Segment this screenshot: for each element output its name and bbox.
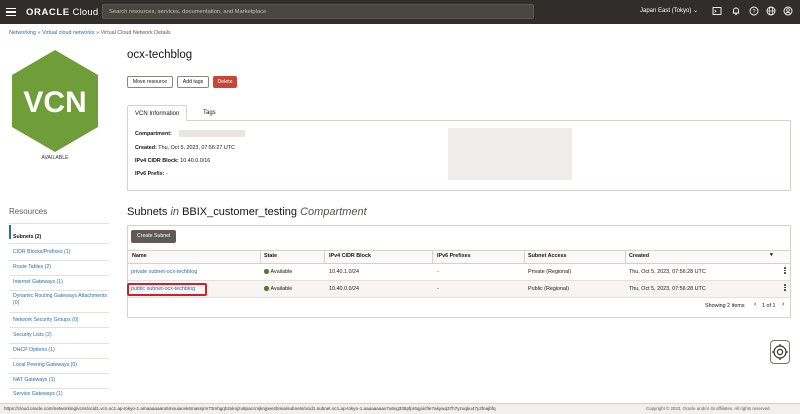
- subnet-access: Public (Regional): [528, 286, 570, 292]
- pager-page: 1 of 1: [762, 303, 776, 309]
- sidebar-item-internet-gateways[interactable]: Internet Gateways (1): [13, 279, 109, 286]
- subnet-ipv4: 10.40.0.0/24: [329, 286, 359, 292]
- page-title: ocx-techblog: [127, 49, 193, 61]
- subnet-ipv6: -: [437, 286, 439, 292]
- compartment-row: Compartment:: [135, 131, 172, 137]
- created-row: Created: Thu, Oct 5, 2023, 07:56:27 UTC: [135, 145, 235, 151]
- sidebar-item-network-security-groups[interactable]: Network Security Groups (0): [13, 317, 109, 324]
- chevron-down-icon: ⌄: [693, 8, 699, 14]
- help-widget-button[interactable]: [770, 340, 790, 364]
- sort-caret-icon[interactable]: ▾: [770, 252, 773, 258]
- sidebar-item-cidr-blocks[interactable]: CIDR Blocks/Prefixes (1): [13, 249, 109, 256]
- vcn-hexagon-icon: VCN: [12, 50, 98, 152]
- sidebar-item-route-tables[interactable]: Route Tables (2): [13, 264, 109, 271]
- divider: [9, 243, 109, 244]
- breadcrumb-current: Virtual Cloud Network Details: [100, 30, 171, 36]
- ipv4-cidr-row: IPv4 CIDR Block: 10.40.0.0/16: [135, 158, 211, 164]
- row-actions-icon[interactable]: [784, 284, 786, 292]
- divider: [9, 260, 109, 261]
- column-divider: [324, 250, 325, 264]
- pager-prev-icon[interactable]: ‹: [754, 301, 756, 308]
- column-header-created[interactable]: Created: [629, 253, 649, 259]
- available-status-icon: [264, 286, 269, 291]
- divider: [9, 312, 109, 313]
- vcn-status: AVAILABLE: [41, 155, 69, 161]
- sidebar-item-dhcp-options[interactable]: DHCP Options (1): [13, 347, 109, 354]
- column-divider: [260, 250, 261, 264]
- subnets-section-title: Subnets in BBIX_customer_testing Compart…: [127, 206, 367, 218]
- subnet-ipv6: -: [437, 269, 439, 275]
- tab-vcn-information[interactable]: VCN Information: [127, 105, 188, 121]
- resources-title: Resources: [9, 207, 48, 216]
- search-input[interactable]: Search resources, services, documentatio…: [102, 4, 534, 19]
- status-url: https://cloud.oracle.com/networking/vcns…: [4, 406, 496, 411]
- delete-button[interactable]: Delete: [213, 76, 237, 88]
- sidebar-item-drg-attachments[interactable]: Dynamic Routing Gateways Attachments (0): [13, 293, 109, 306]
- help-icon[interactable]: ?: [749, 6, 759, 16]
- divider: [9, 358, 109, 359]
- sidebar-item-local-peering-gateways[interactable]: Local Peering Gateways (0): [13, 362, 109, 369]
- divider: [9, 275, 109, 276]
- svg-text:?: ?: [752, 9, 755, 15]
- subnet-created: Thu, Oct 5, 2023, 07:56:28 UTC: [629, 269, 706, 275]
- subnet-name-link[interactable]: private subnet-ocx-techblog: [131, 269, 197, 275]
- divider: [9, 388, 109, 389]
- column-divider: [524, 250, 525, 264]
- active-indicator: [9, 225, 11, 239]
- sidebar-item-security-lists[interactable]: Security Lists (2): [13, 332, 109, 339]
- ipv6-prefix-row: IPv6 Prefix: -: [135, 171, 168, 177]
- subnet-state: Available: [264, 286, 292, 292]
- available-status-icon: [264, 269, 269, 274]
- divider: [9, 373, 109, 374]
- redacted-area: [448, 128, 572, 180]
- divider: [9, 343, 109, 344]
- region-selector[interactable]: Japan East (Tokyo) ⌄: [640, 7, 698, 14]
- column-divider: [625, 250, 626, 264]
- globe-icon[interactable]: [766, 6, 776, 16]
- breadcrumb: Networking » Virtual cloud networks » Vi…: [9, 30, 171, 36]
- sidebar-item-service-gateways[interactable]: Service Gateways (1): [13, 391, 109, 398]
- highlight-box: [127, 283, 207, 296]
- row-actions-icon[interactable]: [784, 267, 786, 275]
- column-header-subnet-access[interactable]: Subnet Access: [528, 253, 566, 259]
- create-subnet-button[interactable]: Create Subnet: [131, 230, 177, 243]
- move-resource-button[interactable]: Move resource: [127, 76, 173, 88]
- showing-count: Showing 2 items: [705, 303, 745, 309]
- sidebar-item-subnets[interactable]: Subnets (2): [13, 234, 109, 241]
- subnet-ipv4: 10.40.1.0/24: [329, 269, 359, 275]
- subnet-access: Private (Regional): [528, 269, 572, 275]
- bell-icon[interactable]: [731, 6, 741, 16]
- user-icon[interactable]: [783, 6, 793, 16]
- column-header-state[interactable]: State: [264, 253, 277, 259]
- column-divider: [432, 250, 433, 264]
- divider: [9, 290, 109, 291]
- vcn-badge-text: VCN: [23, 86, 86, 119]
- column-header-ipv6[interactable]: IPv6 Prefixes: [437, 253, 471, 259]
- add-tags-button[interactable]: Add tags: [177, 76, 209, 88]
- oracle-cloud-logo[interactable]: ORACLE Cloud: [26, 7, 98, 18]
- copyright-text: Copyright © 2023, Oracle and/or its affi…: [646, 406, 771, 411]
- breadcrumb-virtual-cloud-networks[interactable]: Virtual cloud networks: [42, 30, 95, 36]
- divider: [9, 327, 109, 328]
- sidebar-item-nat-gateways[interactable]: NAT Gateways (1): [13, 377, 109, 384]
- cloud-shell-icon[interactable]: [712, 6, 722, 16]
- subnet-created: Thu, Oct 5, 2023, 07:56:28 UTC: [629, 286, 706, 292]
- column-header-name[interactable]: Name: [132, 253, 147, 259]
- lifebuoy-icon: [772, 344, 788, 360]
- menu-icon[interactable]: [6, 8, 16, 16]
- tab-tags[interactable]: Tags: [196, 105, 223, 121]
- pager-next-icon[interactable]: ›: [782, 301, 784, 308]
- redacted-compartment: [179, 130, 245, 137]
- divider: [9, 223, 109, 224]
- browser-status-bar: https://cloud.oracle.com/networking/vcns…: [0, 403, 800, 414]
- column-header-ipv4[interactable]: IPv4 CIDR Block: [329, 253, 371, 259]
- breadcrumb-networking[interactable]: Networking: [9, 30, 36, 36]
- subnet-state: Available: [264, 269, 292, 275]
